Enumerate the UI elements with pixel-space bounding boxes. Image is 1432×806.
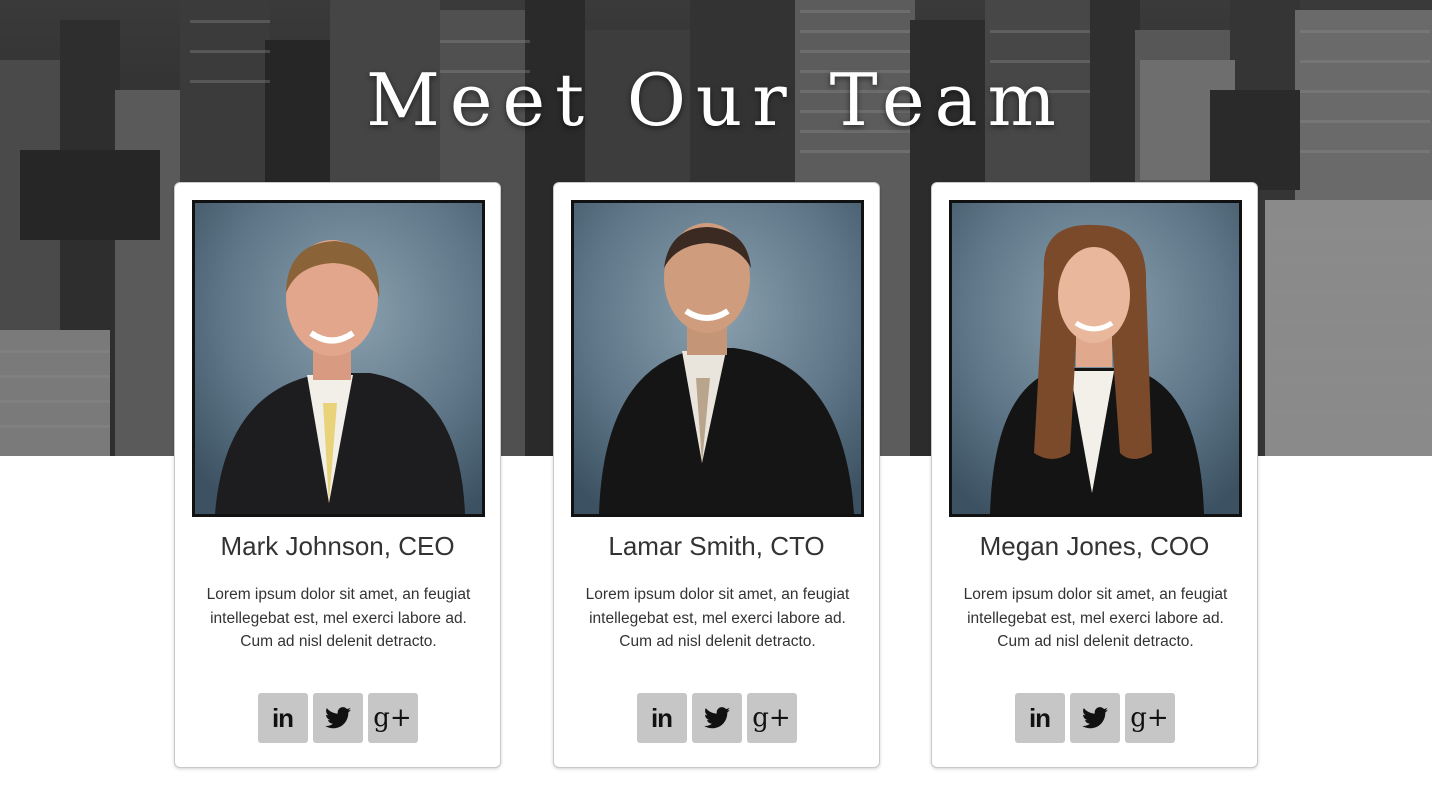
googleplus-button[interactable]: g+	[367, 693, 418, 743]
social-links: in g+	[175, 693, 500, 743]
twitter-icon	[324, 707, 351, 729]
googleplus-icon: g+	[752, 703, 791, 733]
twitter-button[interactable]	[312, 693, 363, 743]
linkedin-icon: in	[271, 702, 294, 733]
googleplus-button[interactable]: g+	[1124, 693, 1175, 743]
linkedin-button[interactable]: in	[1014, 693, 1065, 743]
googleplus-icon: g+	[1130, 703, 1169, 733]
linkedin-button[interactable]: in	[257, 693, 308, 743]
social-links: in g+	[932, 693, 1257, 743]
twitter-icon	[703, 707, 730, 729]
social-links: in g+	[554, 693, 879, 743]
googleplus-icon: g+	[373, 703, 412, 733]
member-bio: Lorem ipsum dolor sit amet, an feugiat i…	[206, 586, 471, 650]
member-name: Lamar Smith, CTO	[608, 531, 825, 561]
team-card: Mark Johnson, CEO Lorem ipsum dolor sit …	[174, 182, 501, 768]
team-card: Megan Jones, COO Lorem ipsum dolor sit a…	[931, 182, 1258, 768]
linkedin-button[interactable]: in	[636, 693, 687, 743]
team-page: Meet Our Team Mark Johnson, CEO Lorem ip…	[0, 0, 1432, 806]
twitter-button[interactable]	[1069, 693, 1120, 743]
member-name: Megan Jones, COO	[979, 531, 1210, 561]
twitter-icon	[1081, 707, 1108, 729]
linkedin-icon: in	[650, 702, 673, 733]
team-card: Lamar Smith, CTO Lorem ipsum dolor sit a…	[553, 182, 880, 768]
team-member-photo	[571, 200, 864, 517]
member-bio: Lorem ipsum dolor sit amet, an feugiat i…	[585, 586, 850, 650]
team-member-photo	[192, 200, 485, 517]
page-title: Meet Our Team	[366, 58, 1066, 142]
linkedin-icon: in	[1028, 702, 1051, 733]
member-bio: Lorem ipsum dolor sit amet, an feugiat i…	[963, 586, 1228, 650]
twitter-button[interactable]	[691, 693, 742, 743]
member-name: Mark Johnson, CEO	[220, 531, 455, 561]
googleplus-button[interactable]: g+	[746, 693, 797, 743]
team-member-photo	[949, 200, 1242, 517]
